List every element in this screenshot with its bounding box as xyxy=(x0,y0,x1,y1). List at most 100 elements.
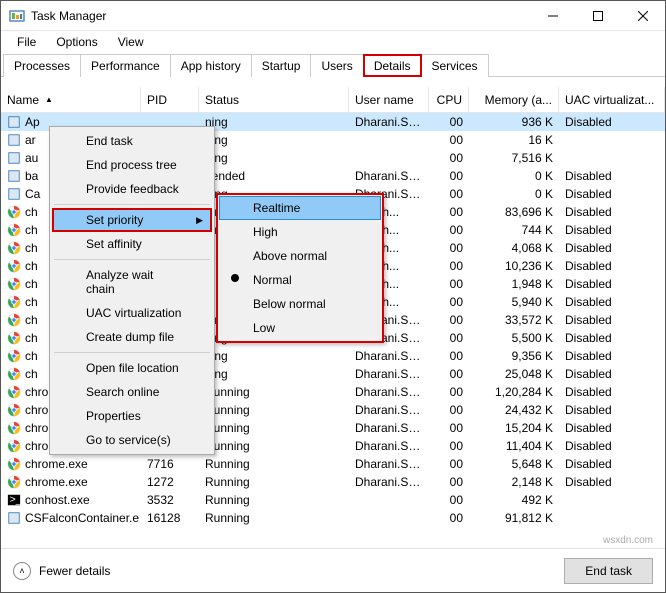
ctx-create-dump-file[interactable]: Create dump file xyxy=(52,325,212,349)
cell-status: Running xyxy=(199,421,349,435)
priority-low[interactable]: Low xyxy=(219,316,381,340)
tab-processes[interactable]: Processes xyxy=(3,54,81,77)
cell-pid: 16128 xyxy=(141,511,199,525)
cell-cpu: 00 xyxy=(429,349,469,363)
cell-cpu: 00 xyxy=(429,277,469,291)
cell-status: Running xyxy=(199,385,349,399)
cell-memory: 2,148 K xyxy=(469,475,559,489)
tab-services[interactable]: Services xyxy=(421,54,489,77)
cell-status: Running xyxy=(199,511,349,525)
process-name: ch xyxy=(25,223,38,237)
cell-pid: 7716 xyxy=(141,457,199,471)
process-icon xyxy=(7,367,21,381)
tab-users[interactable]: Users xyxy=(310,54,363,77)
process-name: ch xyxy=(25,331,38,345)
ctx-search-online[interactable]: Search online xyxy=(52,380,212,404)
cell-uac: Disabled xyxy=(559,421,665,435)
ctx-go-to-services[interactable]: Go to service(s) xyxy=(52,428,212,452)
menu-view[interactable]: View xyxy=(108,32,154,52)
cell-memory: 0 K xyxy=(469,187,559,201)
priority-below-normal[interactable]: Below normal xyxy=(219,292,381,316)
separator xyxy=(54,352,210,353)
ctx-properties[interactable]: Properties xyxy=(52,404,212,428)
cell-cpu: 00 xyxy=(429,331,469,345)
ctx-uac-virtualization[interactable]: UAC virtualization xyxy=(52,301,212,325)
ctx-provide-feedback[interactable]: Provide feedback xyxy=(52,177,212,201)
cell-uac: Disabled xyxy=(559,385,665,399)
process-icon xyxy=(7,187,21,201)
menu-options[interactable]: Options xyxy=(46,32,107,52)
table-row[interactable]: CSFalconContainer.e16128Running0091,812 … xyxy=(1,509,665,527)
col-uac[interactable]: UAC virtualizat... xyxy=(559,87,665,112)
priority-normal[interactable]: Normal xyxy=(219,268,381,292)
cell-user: Dharani.Sh... xyxy=(349,115,429,129)
tab-startup[interactable]: Startup xyxy=(251,54,312,77)
cell-uac: Disabled xyxy=(559,277,665,291)
table-row[interactable]: >_conhost.exe3532Running00492 K xyxy=(1,491,665,509)
priority-submenu[interactable]: Realtime High Above normal Normal Below … xyxy=(216,193,384,343)
cell-user: Dharani.Sh... xyxy=(349,457,429,471)
cell-uac: Disabled xyxy=(559,457,665,471)
ctx-analyze-wait-chain[interactable]: Analyze wait chain xyxy=(52,263,212,301)
cell-memory: 7,516 K xyxy=(469,151,559,165)
process-name: ch xyxy=(25,313,38,327)
col-pid[interactable]: PID xyxy=(141,87,199,112)
cell-status: ning xyxy=(199,349,349,363)
process-name: ch xyxy=(25,241,38,255)
ctx-end-process-tree[interactable]: End process tree xyxy=(52,153,212,177)
col-memory[interactable]: Memory (a... xyxy=(469,87,559,112)
cell-cpu: 00 xyxy=(429,439,469,453)
ctx-set-affinity[interactable]: Set affinity xyxy=(52,232,212,256)
col-status[interactable]: Status xyxy=(199,87,349,112)
process-icon: >_ xyxy=(7,493,21,507)
cell-user: Dharani.Sh... xyxy=(349,439,429,453)
priority-realtime[interactable]: Realtime xyxy=(219,196,381,220)
cell-uac: Disabled xyxy=(559,295,665,309)
cell-uac: Disabled xyxy=(559,187,665,201)
titlebar: Task Manager xyxy=(1,1,665,31)
tab-strip: Processes Performance App history Startu… xyxy=(1,53,665,77)
minimize-button[interactable] xyxy=(530,1,575,31)
col-user[interactable]: User name xyxy=(349,87,429,112)
cell-cpu: 00 xyxy=(429,385,469,399)
table-row[interactable]: chrome.exe7716RunningDharani.Sh...005,64… xyxy=(1,455,665,473)
close-button[interactable] xyxy=(620,1,665,31)
cell-memory: 1,20,284 K xyxy=(469,385,559,399)
ctx-set-priority[interactable]: Set priority ▶ xyxy=(52,208,212,232)
cell-uac: Disabled xyxy=(559,439,665,453)
cell-status: ning xyxy=(199,133,349,147)
context-menu[interactable]: End task End process tree Provide feedba… xyxy=(49,126,215,455)
process-icon xyxy=(7,439,21,453)
cell-uac: Disabled xyxy=(559,313,665,327)
col-name[interactable]: Name▲ xyxy=(1,87,141,112)
process-icon xyxy=(7,223,21,237)
end-task-button[interactable]: End task xyxy=(564,558,653,584)
process-icon xyxy=(7,421,21,435)
ctx-open-file-location[interactable]: Open file location xyxy=(52,356,212,380)
cell-user: Dharani.Sh... xyxy=(349,421,429,435)
process-name: CSFalconContainer.e xyxy=(25,511,139,525)
fewer-details-button[interactable]: ˄ Fewer details xyxy=(13,562,110,580)
cell-memory: 492 K xyxy=(469,493,559,507)
priority-high[interactable]: High xyxy=(219,220,381,244)
cell-user: Dharani.Sh... xyxy=(349,385,429,399)
cell-status: pended xyxy=(199,169,349,183)
sort-arrow-icon: ▲ xyxy=(45,95,53,104)
priority-above-normal[interactable]: Above normal xyxy=(219,244,381,268)
cell-memory: 11,404 K xyxy=(469,439,559,453)
tab-performance[interactable]: Performance xyxy=(80,54,171,77)
tab-details[interactable]: Details xyxy=(363,54,422,77)
process-icon xyxy=(7,313,21,327)
cell-memory: 91,812 K xyxy=(469,511,559,525)
process-icon xyxy=(7,115,21,129)
menu-file[interactable]: File xyxy=(7,32,46,52)
priority-normal-label: Normal xyxy=(253,273,292,287)
table-row[interactable]: chrome.exe1272RunningDharani.Sh...002,14… xyxy=(1,473,665,491)
cell-uac: Disabled xyxy=(559,403,665,417)
maximize-button[interactable] xyxy=(575,1,620,31)
ctx-end-task[interactable]: End task xyxy=(52,129,212,153)
col-cpu[interactable]: CPU xyxy=(429,87,469,112)
process-icon xyxy=(7,205,21,219)
process-name: au xyxy=(25,151,38,165)
tab-apphistory[interactable]: App history xyxy=(170,54,252,77)
